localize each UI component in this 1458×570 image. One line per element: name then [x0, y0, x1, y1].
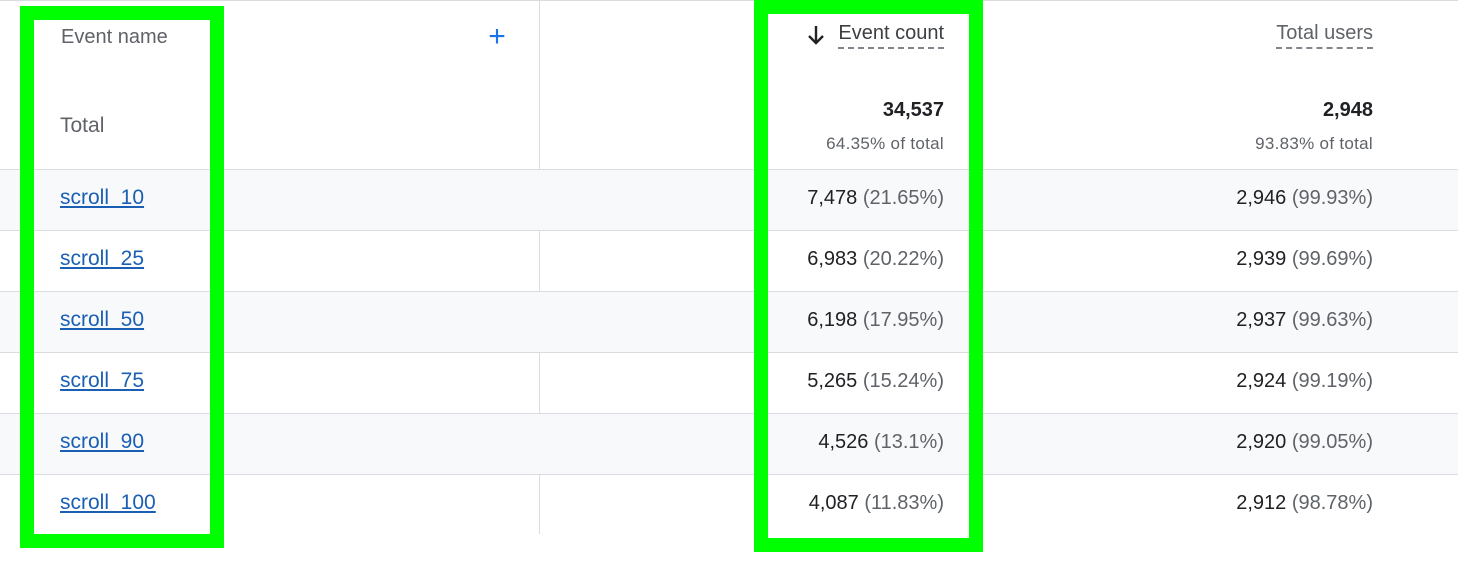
event-count-cell: 6,198 (17.95%): [807, 309, 944, 332]
event-link[interactable]: scroll_90: [60, 430, 144, 454]
event-count-pct: (20.22%): [862, 248, 944, 270]
table-row: scroll_90 4,526 (13.1%) 2,920 (99.05%): [0, 413, 1458, 474]
table-row: scroll_75 5,265 (15.24%) 2,924 (99.19%): [0, 352, 1458, 413]
event-link[interactable]: scroll_75: [60, 369, 144, 393]
total-users-pct: (98.78%): [1291, 492, 1373, 514]
event-count-pct: (13.1%): [873, 431, 944, 453]
event-count-cell: 6,983 (20.22%): [807, 248, 944, 271]
total-users-pct: 93.83% of total: [1255, 134, 1373, 153]
total-event-count: 34,537: [882, 99, 944, 121]
event-count-value: 4,087: [808, 492, 859, 514]
event-count-pct: (15.24%): [862, 370, 944, 392]
event-count-pct: (17.95%): [862, 309, 944, 331]
total-users-cell: 2,939 (99.69%): [1236, 248, 1373, 271]
event-count-cell: 4,087 (11.83%): [809, 492, 944, 515]
total-users-cell: 2,920 (99.05%): [1236, 431, 1373, 454]
plus-icon: +: [488, 20, 506, 53]
table-row: scroll_50 6,198 (17.95%) 2,937 (99.63%): [0, 291, 1458, 352]
table-row: scroll_25 6,983 (20.22%) 2,939 (99.69%): [0, 230, 1458, 291]
total-users-value: 2,912: [1236, 492, 1287, 514]
event-count-value: 5,265: [807, 370, 858, 392]
column-header-event-name[interactable]: Event name: [61, 26, 168, 49]
event-link[interactable]: scroll_25: [60, 247, 144, 271]
event-count-cell: 7,478 (21.65%): [807, 187, 944, 210]
event-link[interactable]: scroll_50: [60, 308, 144, 332]
total-users-value: 2,937: [1236, 309, 1287, 331]
total-users-value: 2,920: [1236, 431, 1287, 453]
total-users-value: 2,924: [1236, 370, 1287, 392]
event-count-cell: 4,526 (13.1%): [818, 431, 944, 454]
event-link[interactable]: scroll_100: [60, 491, 156, 515]
top-divider: [0, 0, 1458, 1]
events-table: Event name + Event count Total users Tot…: [0, 0, 1458, 534]
total-users-cell: 2,937 (99.63%): [1236, 309, 1373, 332]
event-count-value: 4,526: [818, 431, 869, 453]
event-count-cell: 5,265 (15.24%): [807, 370, 944, 393]
table-row: scroll_100 4,087 (11.83%) 2,912 (98.78%): [0, 474, 1458, 535]
total-users-pct: (99.93%): [1291, 187, 1373, 209]
total-users-pct: (99.63%): [1291, 309, 1373, 331]
total-users-value: 2,948: [1322, 99, 1373, 121]
column-header-total-users[interactable]: Total users: [1276, 22, 1373, 49]
total-users-pct: (99.69%): [1291, 248, 1373, 270]
total-users-cell: 2,946 (99.93%): [1236, 187, 1373, 210]
total-users-value: 2,946: [1236, 187, 1287, 209]
total-users-pct: (99.05%): [1291, 431, 1373, 453]
event-count-value: 7,478: [807, 187, 858, 209]
total-event-count-pct: 64.35% of total: [826, 134, 944, 153]
column-header-event-count[interactable]: Event count: [838, 22, 944, 49]
total-users-value: 2,939: [1236, 248, 1287, 270]
total-users-cell: 2,924 (99.19%): [1236, 370, 1373, 393]
event-count-pct: (21.65%): [862, 187, 944, 209]
total-users-pct: (99.19%): [1291, 370, 1373, 392]
event-link[interactable]: scroll_10: [60, 186, 144, 210]
event-count-value: 6,983: [807, 248, 858, 270]
totals-label: Total: [60, 114, 105, 137]
table-row: scroll_10 7,478 (21.65%) 2,946 (99.93%): [0, 169, 1458, 230]
event-count-value: 6,198: [807, 309, 858, 331]
add-dimension-button[interactable]: +: [484, 22, 510, 52]
event-count-pct: (11.83%): [864, 492, 944, 514]
arrow-down-icon[interactable]: [806, 24, 826, 46]
total-users-cell: 2,912 (98.78%): [1236, 492, 1373, 515]
